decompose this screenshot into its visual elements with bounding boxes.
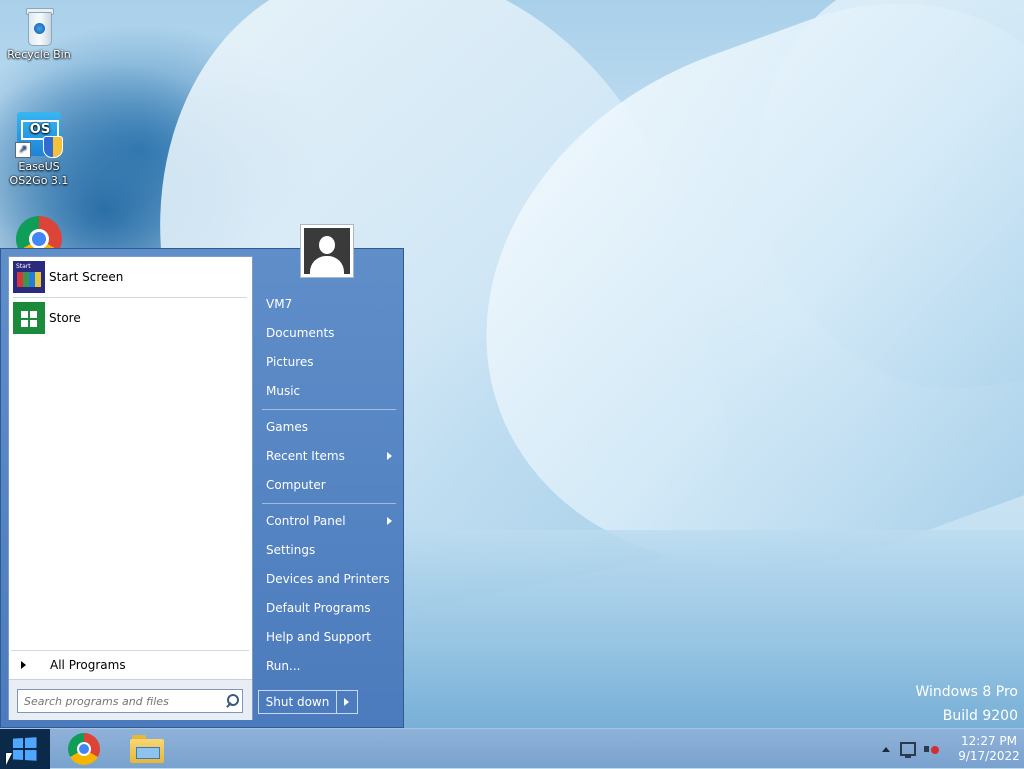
arrow-right-icon <box>21 661 26 669</box>
submenu-arrow-icon <box>387 452 392 460</box>
start-screen-icon <box>13 261 45 293</box>
start-menu-programs-pane: Start Screen Store All Programs <box>8 256 253 720</box>
search-icon[interactable] <box>222 691 242 711</box>
windows-watermark-edition: Windows 8 Pro <box>915 684 1018 700</box>
shutdown-button[interactable]: Shut down <box>259 691 336 713</box>
start-menu-item-recent-items[interactable]: Recent Items <box>258 443 398 469</box>
start-menu-item-settings[interactable]: Settings <box>258 537 398 563</box>
recycle-bin-icon <box>24 6 54 46</box>
desktop-icon-label: OS2Go 3.1 <box>9 174 69 187</box>
tray-date: 9/17/2022 <box>958 749 1020 763</box>
start-menu-item-store[interactable]: Store <box>13 300 247 336</box>
easeus-os2go-icon: OS ↗ <box>15 110 63 158</box>
taskbar: 12:27 PM 9/17/2022 <box>0 728 1024 769</box>
start-menu-item-devices-and-printers[interactable]: Devices and Printers <box>258 566 398 592</box>
show-hidden-icons-icon[interactable] <box>882 746 890 752</box>
windows-watermark-build: Build 9200 <box>942 708 1018 724</box>
start-menu-item-start-screen[interactable]: Start Screen <box>13 259 247 295</box>
user-avatar-icon <box>304 228 350 274</box>
desktop-icon-easeus-os2go[interactable]: OS ↗ EaseUS OS2Go 3.1 <box>3 110 75 188</box>
tray-time: 12:27 PM <box>961 734 1017 748</box>
all-programs-button[interactable]: All Programs <box>11 650 249 679</box>
start-menu-item-documents[interactable]: Documents <box>258 320 398 346</box>
start-menu-item-label: Store <box>49 311 81 325</box>
tray-clock[interactable]: 12:27 PM 9/17/2022 <box>954 734 1024 764</box>
desktop-icon-label: EaseUS <box>18 160 60 173</box>
divider <box>13 297 247 298</box>
chrome-icon <box>16 216 62 248</box>
shutdown-button-group: Shut down <box>258 690 358 714</box>
start-menu-item-run[interactable]: Run... <box>258 653 398 679</box>
user-avatar[interactable] <box>300 224 354 278</box>
start-menu-user-name[interactable]: VM7 <box>258 291 398 317</box>
taskbar-chrome-icon[interactable] <box>68 733 100 765</box>
desktop-icon-recycle-bin[interactable]: Recycle Bin <box>3 6 75 62</box>
network-icon[interactable] <box>900 742 916 758</box>
volume-muted-icon[interactable] <box>924 742 940 756</box>
system-tray: 12:27 PM 9/17/2022 <box>882 729 1024 769</box>
divider <box>262 503 396 504</box>
start-menu-item-music[interactable]: Music <box>258 378 398 404</box>
search-input[interactable] <box>18 691 222 711</box>
start-menu-item-help-and-support[interactable]: Help and Support <box>258 624 398 650</box>
start-menu-item-pictures[interactable]: Pictures <box>258 349 398 375</box>
start-menu-item-computer[interactable]: Computer <box>258 472 398 498</box>
start-menu-item-games[interactable]: Games <box>258 414 398 440</box>
desktop-icon-chrome[interactable] <box>16 216 62 248</box>
windows-start-icon <box>12 737 37 761</box>
start-button[interactable] <box>0 729 50 769</box>
taskbar-file-explorer-icon[interactable] <box>130 735 164 763</box>
search-box[interactable] <box>17 689 243 713</box>
all-programs-label: All Programs <box>50 658 126 672</box>
start-menu-item-label: Recent Items <box>266 449 345 463</box>
start-menu-item-control-panel[interactable]: Control Panel <box>258 508 398 534</box>
store-icon <box>13 302 45 334</box>
start-menu-item-default-programs[interactable]: Default Programs <box>258 595 398 621</box>
start-menu-item-label: Start Screen <box>49 270 124 284</box>
desktop-icon-label: Recycle Bin <box>7 48 71 61</box>
shutdown-options-arrow-icon[interactable] <box>336 691 357 713</box>
mouse-cursor-icon <box>6 753 12 765</box>
start-menu-item-label: Control Panel <box>266 514 346 528</box>
submenu-arrow-icon <box>387 517 392 525</box>
divider <box>262 409 396 410</box>
